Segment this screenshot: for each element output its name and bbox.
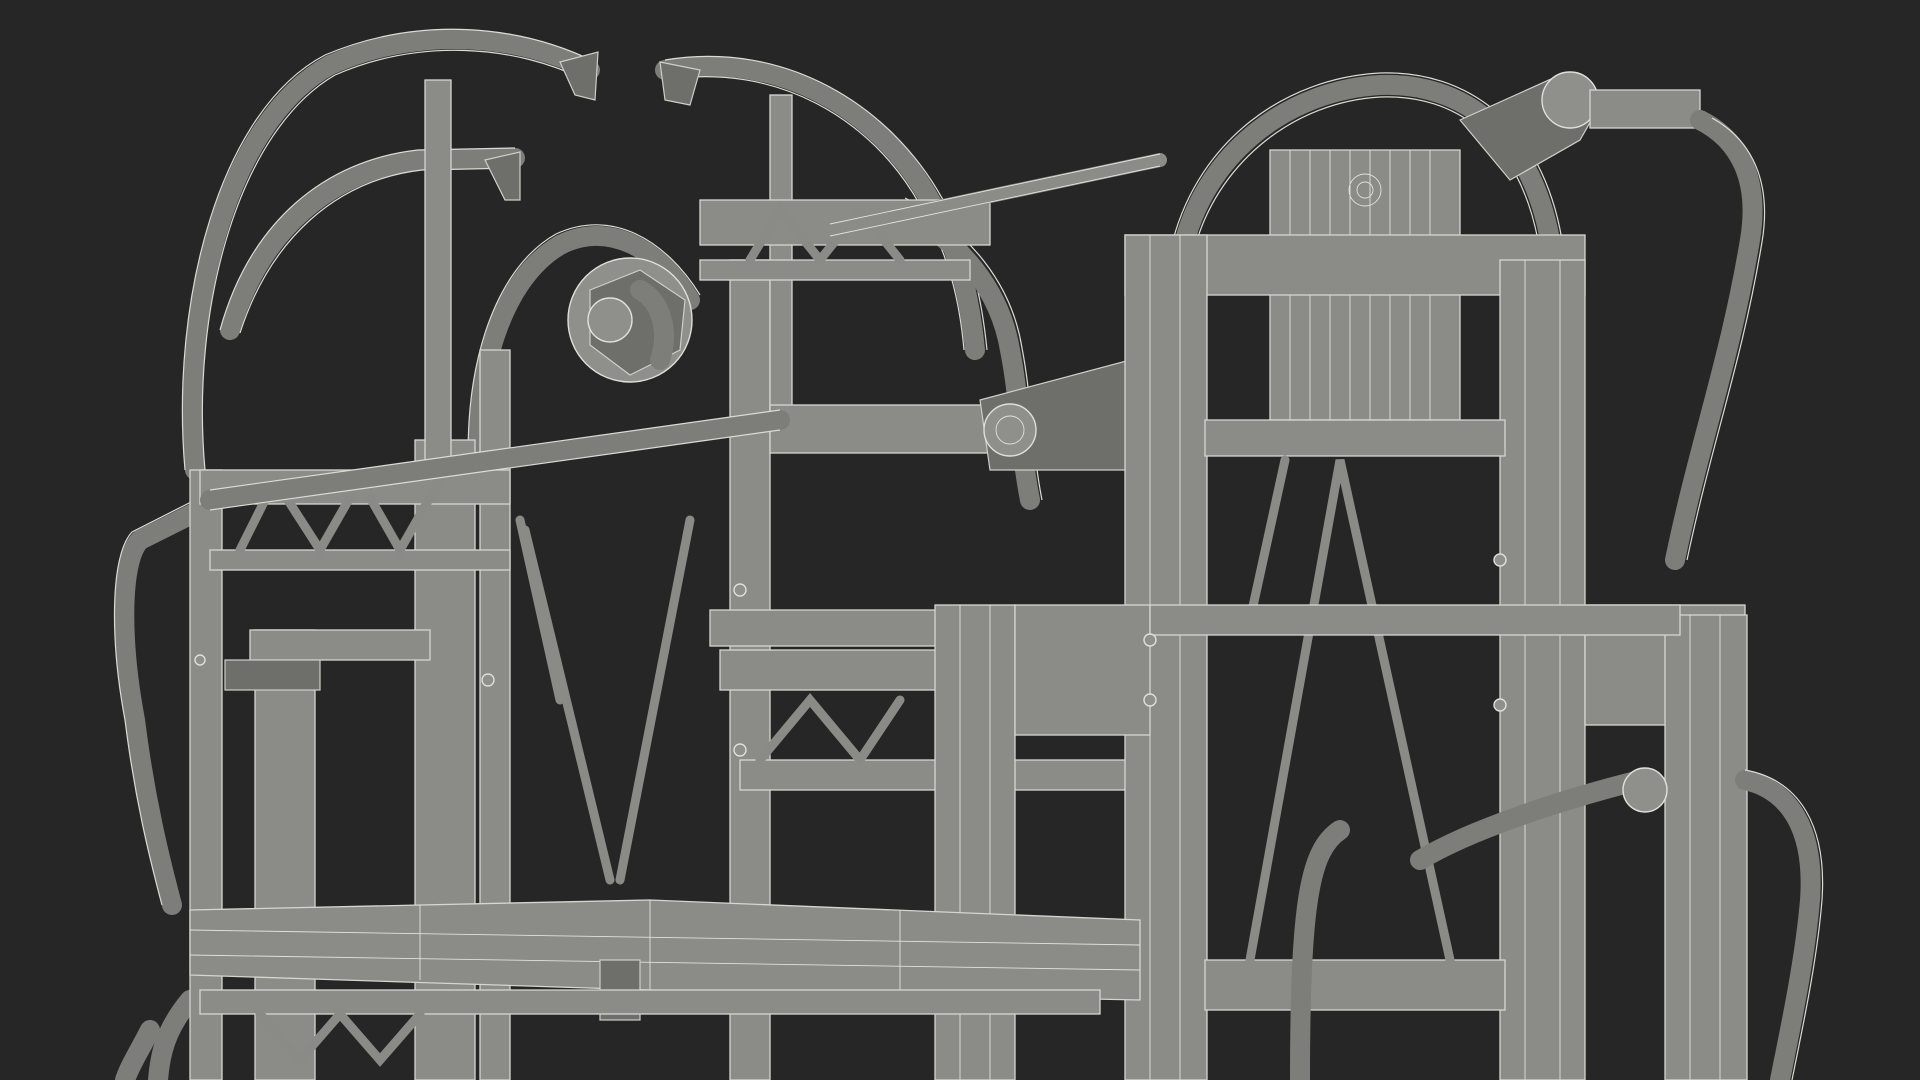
wireframe-scene	[113, 28, 1824, 1080]
diagonal-rail	[200, 359, 1141, 511]
left-side-tube	[113, 499, 210, 1080]
upper-crossbeam	[699, 153, 1167, 281]
gear-assembly	[567, 257, 693, 383]
right-rear-arch	[1172, 71, 1766, 570]
left-outer-arch	[181, 28, 988, 480]
